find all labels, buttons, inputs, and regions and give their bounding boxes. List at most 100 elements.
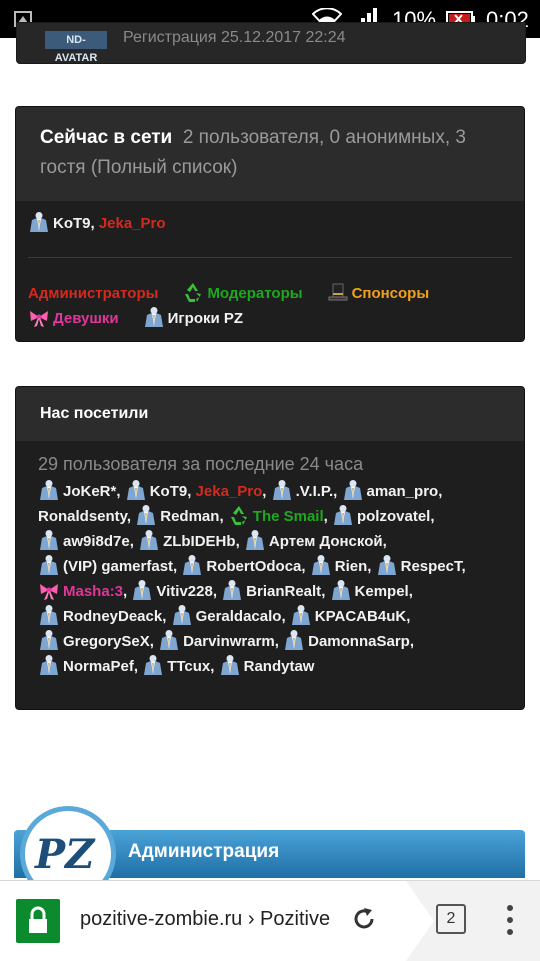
- legend-item[interactable]: Администраторы: [28, 285, 158, 302]
- user-link[interactable]: Ronaldsenty: [38, 508, 127, 525]
- user-link[interactable]: Randytaw: [219, 655, 315, 675]
- user-name[interactable]: Vitiv228: [156, 583, 212, 600]
- legend-item[interactable]: Модераторы: [182, 283, 303, 302]
- browser-toolbar: pozitive-zombie.ru › Pozitive 2: [0, 880, 540, 961]
- user-link[interactable]: KPACAB4uK: [290, 605, 406, 625]
- legend-item[interactable]: Игроки PZ: [143, 307, 243, 327]
- address-bar[interactable]: pozitive-zombie.ru › Pozitive: [0, 881, 434, 961]
- user-name[interactable]: (VIP) gamerfast: [63, 558, 173, 575]
- separator: ,: [162, 608, 171, 625]
- user-name[interactable]: Артем Донской: [269, 533, 383, 550]
- user-link[interactable]: RobertOdoca: [181, 555, 301, 575]
- user-link[interactable]: aman_pro: [342, 480, 439, 500]
- user-link[interactable]: Geraldacalo: [171, 605, 282, 625]
- user-name[interactable]: RobertOdoca: [206, 558, 301, 575]
- user-link[interactable]: RodneyDeack: [38, 605, 162, 625]
- player-icon: [158, 629, 180, 651]
- user-name[interactable]: BrianRealt: [246, 583, 321, 600]
- user-link[interactable]: TTcux: [142, 655, 210, 675]
- user-link[interactable]: Jeka_Pro: [99, 215, 166, 232]
- legend-label[interactable]: Игроки PZ: [168, 310, 243, 327]
- user-link[interactable]: DamonnaSarp: [283, 630, 410, 650]
- user-name[interactable]: KoT9: [150, 483, 188, 500]
- url-text[interactable]: pozitive-zombie.ru › Pozitive: [80, 908, 340, 931]
- user-name[interactable]: Darvinwrarm: [183, 633, 275, 650]
- user-name[interactable]: aw9i8d7e: [63, 533, 130, 550]
- lock-icon[interactable]: [16, 899, 60, 943]
- user-name[interactable]: JoKeR*: [63, 483, 116, 500]
- user-link[interactable]: BrianRealt: [221, 580, 321, 600]
- user-link[interactable]: The Smail: [228, 506, 324, 525]
- user-name[interactable]: The Smail: [253, 508, 324, 525]
- legend-label[interactable]: Девушки: [53, 310, 119, 327]
- user-link[interactable]: RespecT: [376, 555, 462, 575]
- user-name[interactable]: DamonnaSarp: [308, 633, 410, 650]
- user-name[interactable]: Randytaw: [244, 658, 315, 675]
- user-link[interactable]: Redman: [135, 505, 219, 525]
- user-link[interactable]: KoT9: [125, 480, 188, 500]
- bow-icon: [28, 306, 50, 328]
- user-link[interactable]: Masha:3: [38, 583, 123, 600]
- visited-block: Нас посетили 29 пользователя за последни…: [15, 386, 525, 710]
- separator: ,: [274, 633, 284, 650]
- user-link[interactable]: Rien: [310, 555, 368, 575]
- user-link[interactable]: Jeka_Pro: [196, 483, 263, 500]
- user-link[interactable]: aw9i8d7e: [38, 530, 130, 550]
- user-link[interactable]: Darvinwrarm: [158, 630, 275, 650]
- visited-title: Нас посетили: [16, 387, 524, 441]
- overflow-menu-icon[interactable]: [503, 905, 517, 939]
- player-icon: [171, 604, 193, 626]
- user-link[interactable]: ZLbIDEHb: [138, 530, 236, 550]
- user-name[interactable]: Masha:3: [63, 583, 123, 600]
- legend-label[interactable]: Администраторы: [28, 285, 158, 302]
- user-link[interactable]: NormaPef: [38, 655, 134, 675]
- user-name[interactable]: .V.I.P.: [296, 483, 334, 500]
- user-name[interactable]: Redman: [160, 508, 219, 525]
- recycle-icon: [228, 504, 250, 526]
- user-name[interactable]: RodneyDeack: [63, 608, 162, 625]
- user-name[interactable]: Jeka_Pro: [99, 215, 166, 232]
- separator: ,: [406, 608, 411, 625]
- separator: ,: [461, 558, 466, 575]
- group-legend: Администраторы Модераторы Спонсоры Девушки И…: [28, 281, 518, 331]
- user-link[interactable]: GregorySeX: [38, 630, 150, 650]
- player-icon: [125, 479, 147, 501]
- user-name[interactable]: Ronaldsenty: [38, 508, 127, 525]
- tab-switcher-button[interactable]: 2: [436, 904, 466, 934]
- separator: ,: [408, 583, 413, 600]
- user-name[interactable]: polzovatel: [357, 508, 430, 525]
- player-icon: [38, 629, 60, 651]
- user-name[interactable]: RespecT: [401, 558, 462, 575]
- user-link[interactable]: KoT9: [28, 212, 91, 232]
- user-name[interactable]: Jeka_Pro: [196, 483, 263, 500]
- reload-icon[interactable]: [350, 905, 378, 933]
- legend-label[interactable]: Спонсоры: [352, 285, 430, 302]
- separator: ,: [430, 508, 435, 525]
- separator: ,: [333, 483, 342, 500]
- separator: ,: [235, 533, 244, 550]
- user-link[interactable]: Vitiv228: [131, 580, 213, 600]
- separator: ,: [323, 508, 332, 525]
- user-name[interactable]: TTcux: [167, 658, 210, 675]
- user-name[interactable]: Geraldacalo: [196, 608, 282, 625]
- legend-label[interactable]: Модераторы: [207, 285, 302, 302]
- user-link[interactable]: Kempel: [330, 580, 409, 600]
- user-link[interactable]: .V.I.P.: [271, 480, 334, 500]
- user-name[interactable]: ZLbIDEHb: [163, 533, 236, 550]
- user-link[interactable]: JoKeR*: [38, 480, 116, 500]
- user-name[interactable]: KoT9: [53, 215, 91, 232]
- user-name[interactable]: GregorySeX: [63, 633, 150, 650]
- legend-item[interactable]: Девушки: [28, 310, 119, 327]
- legend-item[interactable]: Спонсоры: [327, 283, 430, 302]
- user-name[interactable]: NormaPef: [63, 658, 134, 675]
- user-name[interactable]: KPACAB4uK: [315, 608, 406, 625]
- separator: ,: [321, 583, 330, 600]
- user-name[interactable]: Kempel: [355, 583, 409, 600]
- user-link[interactable]: polzovatel: [332, 505, 430, 525]
- user-name[interactable]: aman_pro: [367, 483, 439, 500]
- user-name[interactable]: Rien: [335, 558, 368, 575]
- user-link[interactable]: Артем Донской: [244, 530, 383, 550]
- user-link[interactable]: (VIP) gamerfast: [38, 555, 173, 575]
- separator: ,: [90, 215, 99, 232]
- separator: ,: [281, 608, 290, 625]
